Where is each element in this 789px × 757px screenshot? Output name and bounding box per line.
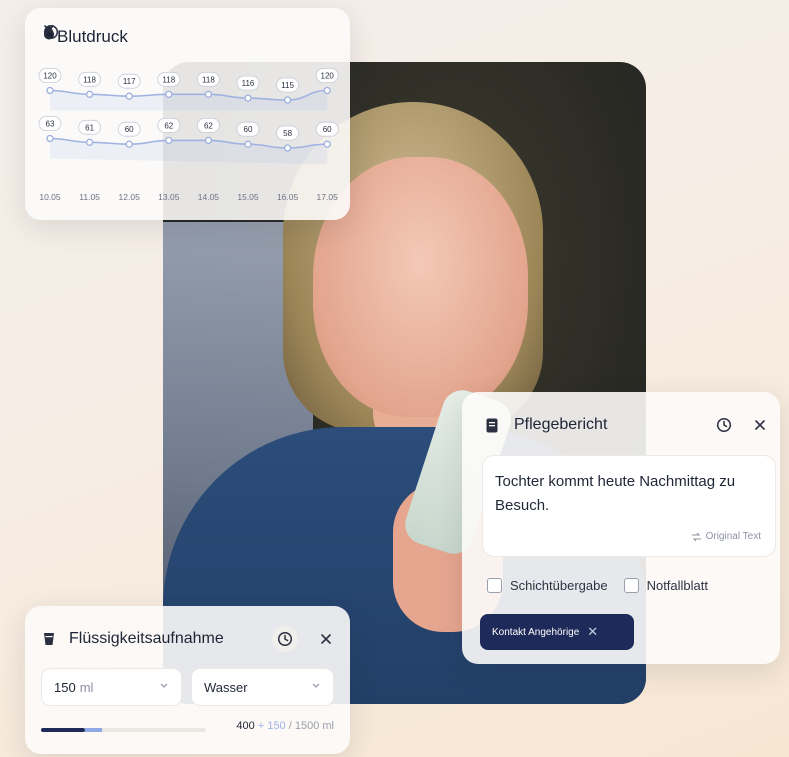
pflegebericht-title: Pflegebericht [514, 416, 608, 433]
amount-value: 150 [54, 679, 76, 695]
progress-total: / 1500 ml [288, 720, 334, 732]
tag-chip-label: Kontakt Angehörige [492, 626, 580, 638]
systolic-value-label: 118 [162, 75, 175, 84]
systolic-value-label: 115 [281, 81, 294, 90]
diastolic-value-label: 63 [46, 120, 55, 129]
translate-icon [691, 532, 701, 541]
schichtuebergabe-checkbox[interactable] [487, 578, 502, 593]
date-tick-label: 10.05 [39, 192, 61, 202]
cup-icon [44, 633, 54, 645]
date-tick-label: 17.05 [317, 192, 339, 202]
document-icon [486, 418, 498, 432]
progress-add: + 150 [257, 720, 286, 732]
close-icon[interactable] [320, 633, 332, 645]
intake-progress-text: 400 + 150 / 1500 ml [236, 720, 334, 732]
diastolic-value-label: 60 [125, 125, 134, 134]
systolic-point[interactable] [283, 96, 292, 104]
diastolic-value-label: 62 [204, 121, 213, 130]
progress-current-fill [41, 728, 85, 732]
progress-current: 400 [236, 720, 255, 732]
date-tick-label: 14.05 [198, 192, 220, 202]
date-tick-label: 16.05 [277, 192, 299, 202]
blutdruck-chart: 120 118 117 118 118 116 115 120 63 61 60 62 62 60 58 60… [38, 68, 339, 202]
date-tick-label: 11.05 [79, 192, 100, 202]
systolic-point[interactable] [85, 90, 94, 98]
notfallblatt-checkbox[interactable] [623, 578, 639, 593]
intake-progress-bar [41, 728, 206, 732]
amount-select[interactable]: 150 ml [41, 668, 182, 706]
note-text: Tochter kommt heute Nachmittag zu Besuch… [495, 473, 736, 514]
progress-added-fill [85, 728, 102, 732]
systolic-point[interactable] [323, 86, 331, 95]
original-text-label: Original Text [705, 531, 761, 542]
schichtuebergabe-label: Schichtübergabe [510, 578, 608, 593]
systolic-value-label: 118 [202, 75, 215, 84]
systolic-value-label: 116 [242, 79, 255, 88]
fluid-type-value: Wasser [204, 679, 248, 695]
diastolic-point[interactable] [204, 136, 213, 145]
remove-tag-icon[interactable]: ✕ [587, 624, 598, 640]
systolic-point[interactable] [244, 94, 252, 102]
diastolic-point[interactable] [244, 140, 252, 148]
diastolic-value-label: 60 [323, 125, 332, 134]
tag-chip-kontakt[interactable]: Kontakt Angehörige ✕ [480, 614, 634, 650]
fluid-type-select[interactable]: Wasser [191, 668, 334, 706]
diastolic-point[interactable] [283, 144, 292, 152]
diastolic-value-label: 61 [85, 123, 94, 132]
pflegebericht-card: Pflegebericht Tochter kommt heute Nachmi… [462, 392, 780, 664]
history-icon[interactable] [716, 417, 732, 433]
notfallblatt-label: Notfallblatt [646, 578, 708, 593]
systolic-value-label: 120 [321, 72, 335, 81]
date-tick-label: 12.05 [119, 192, 141, 202]
diastolic-value-label: 60 [244, 125, 253, 134]
systolic-value-label: 120 [43, 72, 57, 81]
systolic-value-label: 117 [123, 77, 136, 86]
history-icon[interactable] [272, 626, 298, 652]
diastolic-value-label: 58 [283, 129, 292, 138]
diastolic-point[interactable] [125, 140, 133, 148]
date-tick-label: 15.05 [237, 192, 259, 202]
chevron-down-icon [160, 683, 168, 688]
systolic-point[interactable] [165, 90, 173, 98]
original-text-link[interactable]: Original Text [691, 531, 761, 542]
systolic-point[interactable] [204, 90, 213, 98]
diastolic-point[interactable] [85, 138, 94, 146]
systolic-point[interactable] [125, 92, 133, 100]
systolic-point[interactable] [46, 86, 54, 95]
close-icon[interactable] [754, 419, 766, 431]
diastolic-point[interactable] [323, 140, 331, 148]
amount-unit: ml [79, 679, 94, 695]
chevron-down-icon [312, 683, 320, 688]
systolic-value-label: 118 [83, 75, 96, 84]
diastolic-point[interactable] [165, 136, 173, 145]
note-textarea[interactable]: Tochter kommt heute Nachmittag zu Besuch… [482, 455, 776, 557]
date-tick-label: 13.05 [158, 192, 180, 202]
options-row: Schichtübergabe Notfallblatt [487, 578, 708, 593]
fluessigkeit-title: Flüssigkeitsaufnahme [69, 630, 224, 647]
diastolic-point[interactable] [46, 134, 54, 143]
blutdruck-card: Blutdruck 120 118 117 118 118 116 115 120 63 61 60… [25, 8, 350, 220]
fluessigkeit-card: Flüssigkeitsaufnahme 150 ml Wasser 400 +… [25, 606, 350, 754]
diastolic-value-label: 62 [164, 121, 173, 130]
